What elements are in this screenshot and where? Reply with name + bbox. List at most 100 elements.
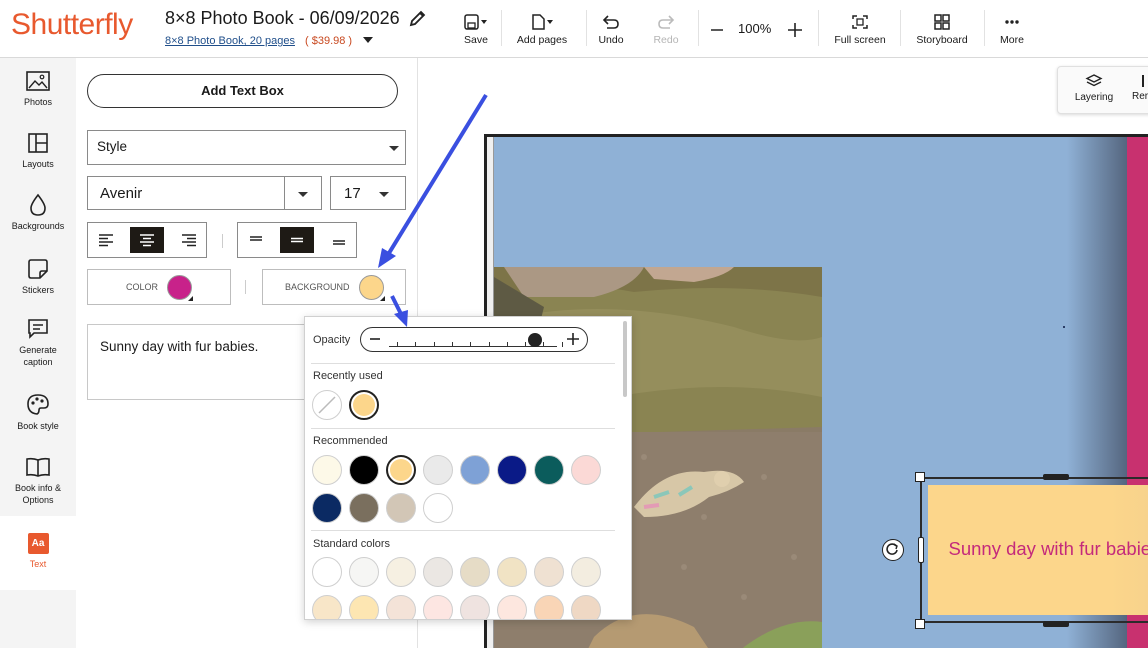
color-swatch[interactable] [497,455,527,485]
color-swatch[interactable] [386,493,416,523]
color-swatch[interactable] [571,557,601,587]
sidebar-item-backgrounds[interactable]: Backgrounds [0,192,76,232]
rotate-handle[interactable] [882,539,904,561]
remove-button[interactable]: Rer [1132,73,1148,102]
layering-button[interactable]: Layering [1066,73,1122,103]
color-swatch[interactable] [423,455,453,485]
color-swatch[interactable] [312,595,342,619]
color-swatch[interactable] [497,557,527,587]
color-swatch[interactable] [423,493,453,523]
text-color-button[interactable]: COLOR [87,269,231,305]
align-middle-button[interactable] [280,227,314,253]
resize-handle-left[interactable] [918,537,924,563]
undo-icon [595,12,627,32]
color-swatch[interactable] [423,557,453,587]
slider-tick [488,342,490,347]
corner-caret-icon [380,296,385,301]
sticker-icon [0,256,76,282]
font-size-select[interactable]: 17 [330,176,406,210]
background-color-button[interactable]: BACKGROUND [262,269,406,305]
resize-handle-top[interactable] [1043,474,1069,480]
sidebar-item-generate-caption[interactable]: Generate caption [0,316,76,368]
resize-handle-bottom-left[interactable] [915,619,925,629]
shutterfly-logo[interactable]: Shutterfly [11,8,133,42]
book-details-link[interactable]: 8×8 Photo Book, 20 pages [165,35,295,47]
zoom-in-icon[interactable] [786,21,804,39]
color-swatch[interactable] [312,557,342,587]
background-label: BACKGROUND [285,282,350,292]
zoom-out-icon[interactable] [709,22,725,38]
ellipsis-icon [996,12,1028,32]
color-swatch[interactable] [349,493,379,523]
text-box-background: Sunny day with fur babies. [928,485,1148,615]
popup-scrollbar[interactable] [623,321,627,397]
align-center-icon [140,234,154,247]
sidebar-item-stickers[interactable]: Stickers [0,256,76,296]
color-swatch[interactable] [460,455,490,485]
background-color-popup: Opacity Recently used Recommended Standa… [304,316,632,620]
sidebar-item-label: Photos [23,97,53,107]
sidebar-item-label: Book info & [14,483,62,493]
layering-label: Layering [1074,92,1114,103]
full-screen-button[interactable]: Full screen [830,12,890,48]
save-button[interactable]: Save [458,12,494,48]
align-top-button[interactable] [239,227,273,253]
color-swatch[interactable] [349,390,379,420]
resize-handle-top-left[interactable] [915,472,925,482]
opacity-slider[interactable] [360,327,588,352]
divider [311,363,615,364]
color-swatch[interactable] [312,455,342,485]
color-swatch[interactable] [386,455,416,485]
resize-handle-bottom[interactable] [1043,621,1069,627]
storyboard-button[interactable]: Storyboard [912,12,972,48]
color-swatch[interactable] [460,557,490,587]
sidebar-item-book-info[interactable]: Book info & Options [0,454,76,506]
book-title[interactable]: 8×8 Photo Book - 06/09/2026 [165,8,400,29]
remove-label: Rer [1132,91,1148,102]
standard-colors-label: Standard colors [313,538,391,550]
slider-thumb[interactable] [528,333,543,347]
color-swatch[interactable] [386,557,416,587]
color-swatch[interactable] [349,455,379,485]
chevron-down-icon[interactable] [362,34,374,46]
color-swatch[interactable] [571,595,601,619]
sidebar-item-book-style[interactable]: Book style [0,392,76,432]
zoom-level: 100% [738,21,772,36]
text-box-content: Sunny day with fur babies. [948,538,1148,559]
align-center-button[interactable] [130,227,164,253]
text-icon: Aa [0,530,76,556]
color-swatch[interactable] [534,557,564,587]
align-left-button[interactable] [89,227,123,253]
color-swatch[interactable] [349,595,379,619]
font-select[interactable]: Avenir [87,176,322,210]
sidebar-item-photos[interactable]: Photos [0,68,76,108]
font-select-value: Avenir [100,185,143,202]
color-swatch[interactable] [423,595,453,619]
color-swatch[interactable] [349,557,379,587]
more-button[interactable]: More [996,12,1028,48]
undo-button[interactable]: Undo [595,12,627,48]
pencil-icon[interactable] [408,8,428,28]
color-swatch[interactable] [571,455,601,485]
add-pages-button[interactable]: Add pages [513,12,571,48]
align-bottom-button[interactable] [322,227,356,253]
opacity-label: Opacity [313,334,351,346]
save-icon [458,12,494,32]
redo-button[interactable]: Redo [650,12,682,48]
vertical-align-group [237,222,357,258]
color-swatch[interactable] [460,595,490,619]
color-swatch[interactable] [497,595,527,619]
no-color-swatch[interactable] [312,390,342,420]
sidebar-item-text[interactable]: Aa Text [0,530,76,570]
color-swatch[interactable] [534,595,564,619]
color-swatch[interactable] [386,595,416,619]
align-right-button[interactable] [172,227,206,253]
style-select[interactable]: Style [87,130,406,165]
color-swatch[interactable] [534,455,564,485]
add-text-box-button[interactable]: Add Text Box [87,74,398,108]
sidebar-item-layouts[interactable]: Layouts [0,130,76,170]
color-swatch[interactable] [312,493,342,523]
selected-text-box[interactable]: Sunny day with fur babies. [920,477,1148,623]
floating-toolbar: Layering Rer [1057,66,1148,114]
redo-label: Redo [653,34,679,46]
